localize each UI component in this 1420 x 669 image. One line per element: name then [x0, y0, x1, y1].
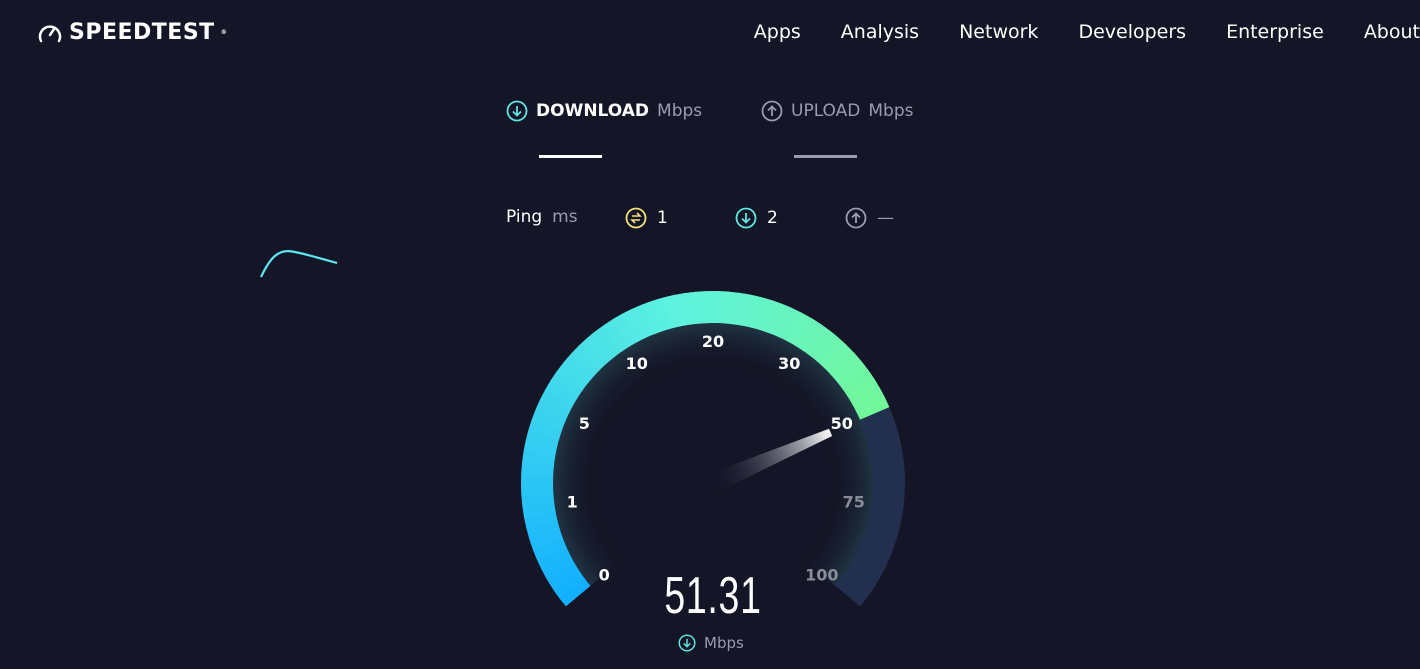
gauge-fill-segment [539, 389, 574, 415]
gauge-fill-segment [694, 291, 709, 324]
gauge-tick-label: 1 [567, 493, 578, 512]
gauge-fill-segment [541, 554, 575, 580]
gauge-fill-segment [856, 397, 890, 420]
gauge-tick-label: 0 [599, 565, 610, 584]
download-unit-icon [678, 634, 696, 652]
gauge-fill-segment [521, 492, 555, 508]
gauge-fill-segment [523, 510, 558, 529]
gauge-tick-label: 5 [579, 414, 590, 433]
gauge-fill-segment [522, 501, 556, 518]
gauge-fill-segment [529, 528, 564, 550]
gauge-fill-segment [536, 545, 571, 570]
gauge-fill-segment [794, 317, 822, 351]
gauge-fill-segment [809, 330, 839, 363]
gauge-fill-segment [786, 312, 813, 346]
gauge-tick-label: 75 [843, 493, 865, 512]
speed-unit-group: Mbps [678, 634, 744, 652]
gauge-fill-segment [851, 387, 886, 413]
gauge-fill-segment [823, 344, 855, 375]
gauge-tick-label: 10 [626, 354, 648, 373]
gauge-needle [709, 428, 833, 493]
gauge-fill-segment [829, 352, 862, 382]
gauge-fill-segment [743, 294, 762, 329]
gauge-fill-segment [802, 323, 831, 357]
gauge-fill-segment [631, 304, 655, 339]
gauge-fill-segment [725, 291, 741, 325]
gauge-fill-segment [585, 331, 616, 364]
gauge-fill-segment [621, 308, 647, 343]
speed-unit: Mbps [704, 634, 744, 652]
gauge-fill-segment [716, 291, 730, 324]
gauge-fill-segment [662, 294, 682, 329]
gauge-fill-segment [836, 360, 869, 390]
gauge-fill-segment [841, 369, 875, 397]
gauge-fill-segment [612, 313, 639, 347]
gauge-fill-segment [752, 296, 773, 331]
gauge-fill-segment [563, 353, 595, 384]
gauge-fill-segment [556, 361, 589, 391]
speed-value: 51.31 [664, 567, 762, 625]
gauge-fill-segment [846, 378, 881, 405]
gauge-fill-segment [683, 291, 700, 325]
gauge-fill-segment [528, 419, 563, 440]
gauge-fill-segment [522, 451, 556, 467]
gauge-tick-label: 30 [778, 354, 800, 373]
gauge-fill-segment [552, 570, 585, 598]
gauge-fill-segment [532, 537, 567, 560]
gauge-tick-label: 50 [831, 414, 853, 433]
gauge-fill-segment [594, 324, 623, 358]
gauge-inner-glow [548, 318, 878, 590]
gauge-fill-segment [525, 429, 560, 449]
gauge-fill-segment [535, 398, 570, 423]
gauge-fill-segment [570, 345, 602, 377]
gauge-fill-segment [523, 440, 558, 458]
gauge-fill-segment [673, 293, 691, 327]
gauge-fill-segment [558, 577, 591, 607]
gauge-fill-segment [761, 299, 783, 334]
gauge-fill-segment [531, 408, 566, 431]
gauge-fill-segment [769, 303, 793, 338]
gauge-fill-segment [603, 318, 631, 352]
gauge-fill-segment [546, 562, 580, 589]
gauge-fill-segment [550, 370, 584, 399]
gauge-fill-segment [521, 461, 554, 476]
gauge-fill-segment [577, 338, 608, 370]
gauge-fill-segment [526, 519, 561, 540]
gauge-fill-segment [734, 292, 751, 327]
gauge-fill-segment [641, 300, 664, 335]
gauge-fill-segment [816, 336, 847, 369]
gauge-tick-label: 100 [805, 565, 838, 584]
gauge-fill-segment [651, 297, 673, 332]
gauge-fill-segment [778, 307, 803, 342]
gauge-fill-segment [544, 379, 579, 406]
gauge-tick-label: 20 [702, 332, 724, 351]
speed-graph-line [260, 250, 338, 278]
